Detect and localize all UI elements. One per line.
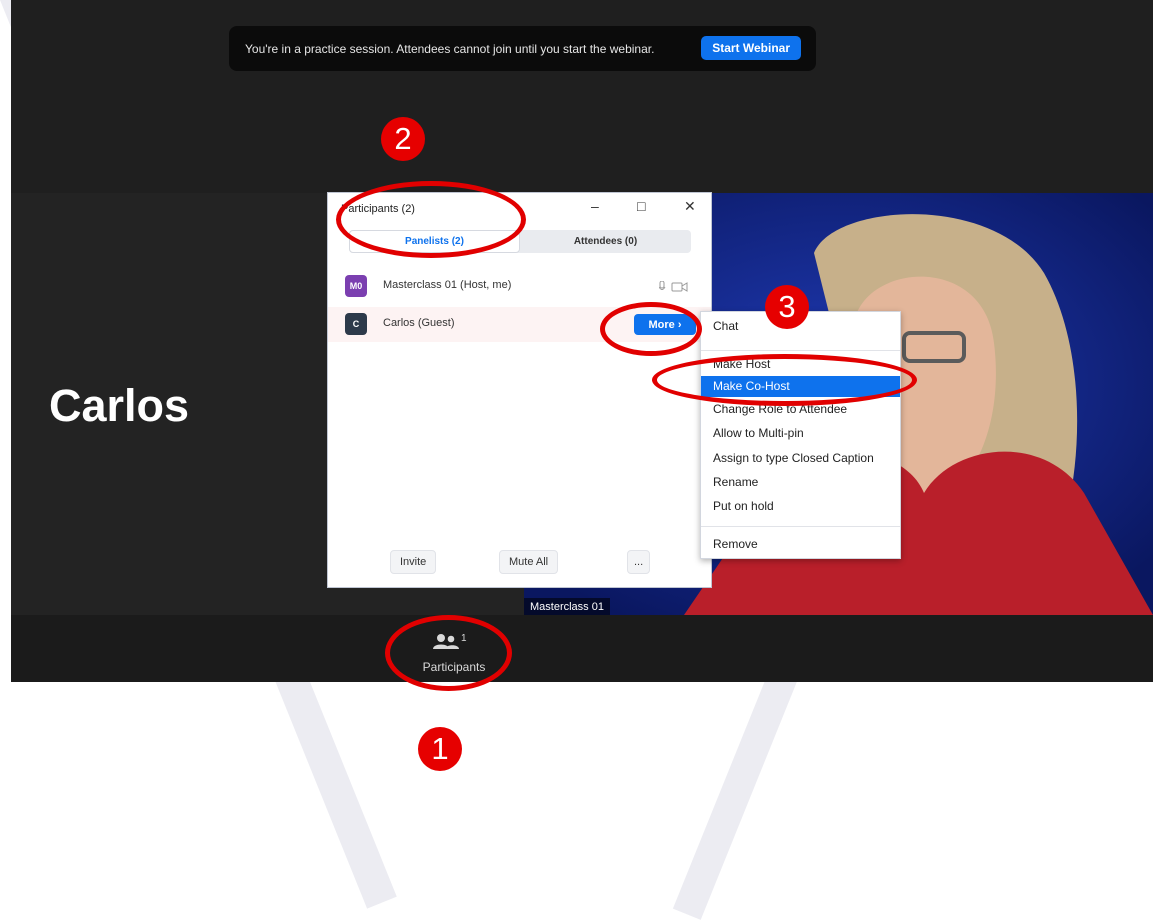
panel-title: Participants (2): [341, 203, 415, 215]
annotation-badge: 3: [765, 285, 809, 329]
maximize-icon[interactable]: □: [637, 198, 645, 214]
menu-item-make-host[interactable]: Make Host: [701, 354, 900, 375]
menu-divider: [701, 526, 900, 527]
panel-tabs: Panelists (2) Attendees (0): [349, 230, 691, 253]
participant-row[interactable]: C Carlos (Guest) More ›: [328, 307, 711, 342]
participants-label: Participants: [422, 660, 486, 674]
mute-all-button[interactable]: Mute All: [499, 550, 559, 574]
participants-button[interactable]: 1 Participants: [398, 625, 510, 677]
start-webinar-button[interactable]: Start Webinar: [701, 36, 801, 60]
more-options-button[interactable]: ...: [627, 550, 651, 574]
more-button[interactable]: More ›: [634, 314, 696, 335]
mic-camera-icons: [659, 281, 688, 292]
annotation-badge: 2: [381, 117, 425, 161]
menu-item-rename[interactable]: Rename: [701, 472, 900, 493]
participant-name: Carlos (Guest): [383, 317, 455, 329]
annotation-badge: 1: [418, 727, 462, 771]
participant-context-menu: Chat Make Host Make Co-Host Change Role …: [700, 311, 901, 559]
participant-name: Masterclass 01 (Host, me): [383, 279, 512, 291]
tab-panelists[interactable]: Panelists (2): [349, 230, 520, 253]
avatar: C: [345, 313, 367, 335]
tab-attendees[interactable]: Attendees (0): [520, 230, 691, 253]
minimize-icon[interactable]: –: [591, 198, 599, 214]
practice-session-text: You're in a practice session. Attendees …: [245, 41, 655, 56]
menu-item-put-on-hold[interactable]: Put on hold: [701, 496, 900, 517]
menu-item-closed-caption[interactable]: Assign to type Closed Caption: [701, 448, 900, 469]
meeting-toolbar: 1 Participants: [11, 615, 1153, 682]
menu-item-multi-pin[interactable]: Allow to Multi-pin: [701, 423, 900, 444]
participant-row[interactable]: M0 Masterclass 01 (Host, me): [328, 269, 711, 304]
avatar: M0: [345, 275, 367, 297]
invite-button[interactable]: Invite: [390, 550, 437, 574]
video-name-label: Masterclass 01: [524, 598, 610, 616]
people-icon: [433, 634, 459, 649]
speaker-name: Carlos: [49, 380, 190, 431]
menu-divider: [701, 350, 900, 351]
close-icon[interactable]: ✕: [684, 198, 696, 215]
menu-item-make-co-host[interactable]: Make Co-Host: [701, 376, 900, 397]
participants-count: 1: [461, 633, 467, 644]
menu-item-remove[interactable]: Remove: [701, 534, 900, 555]
practice-session-banner: You're in a practice session. Attendees …: [229, 26, 816, 71]
participants-panel: Participants (2) – □ ✕ Panelists (2) Att…: [327, 192, 712, 588]
menu-item-change-role[interactable]: Change Role to Attendee: [701, 399, 900, 420]
